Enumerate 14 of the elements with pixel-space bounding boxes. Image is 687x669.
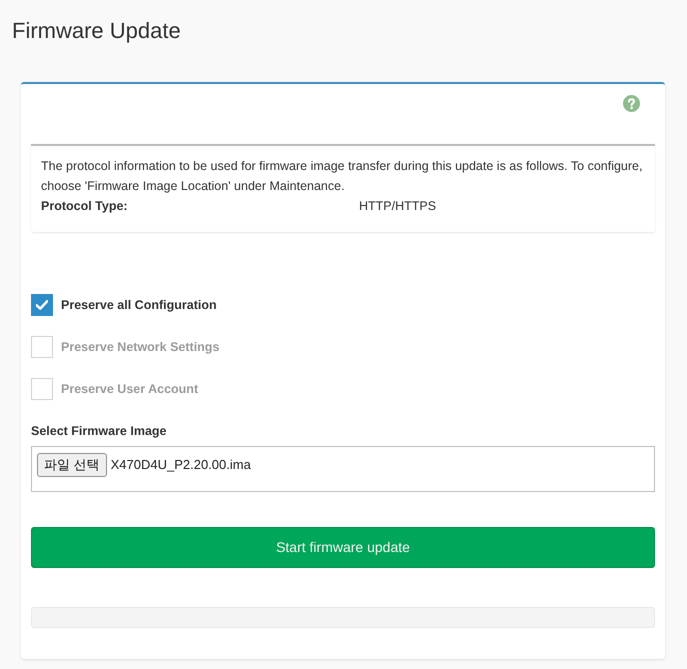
file-name: X470D4U_P2.20.00.ima (110, 456, 251, 474)
checkbox-label: Preserve User Account (61, 380, 198, 398)
choose-file-button[interactable]: 파일 선택 (37, 453, 107, 477)
protocol-type-value: HTTP/HTTPS (359, 198, 438, 215)
checkbox-label: Preserve Network Settings (61, 338, 220, 356)
field-label: Select Firmware Image (31, 423, 166, 440)
checkbox[interactable] (31, 294, 53, 316)
info-text: The protocol information to be used for firmware image transfer during this update is as follows. To configure, choose 'Firmware Image Location' under Maintenance. (41, 158, 644, 195)
check-icon (36, 300, 48, 310)
page-title: Firmware Update (12, 17, 181, 45)
checkbox-label: Preserve all Configuration (61, 296, 217, 314)
help-icon[interactable] (623, 95, 640, 112)
file-input-field[interactable]: 파일 선택 X470D4U_P2.20.00.ima (31, 446, 655, 492)
protocol-type-label: Protocol Type: (41, 198, 129, 215)
